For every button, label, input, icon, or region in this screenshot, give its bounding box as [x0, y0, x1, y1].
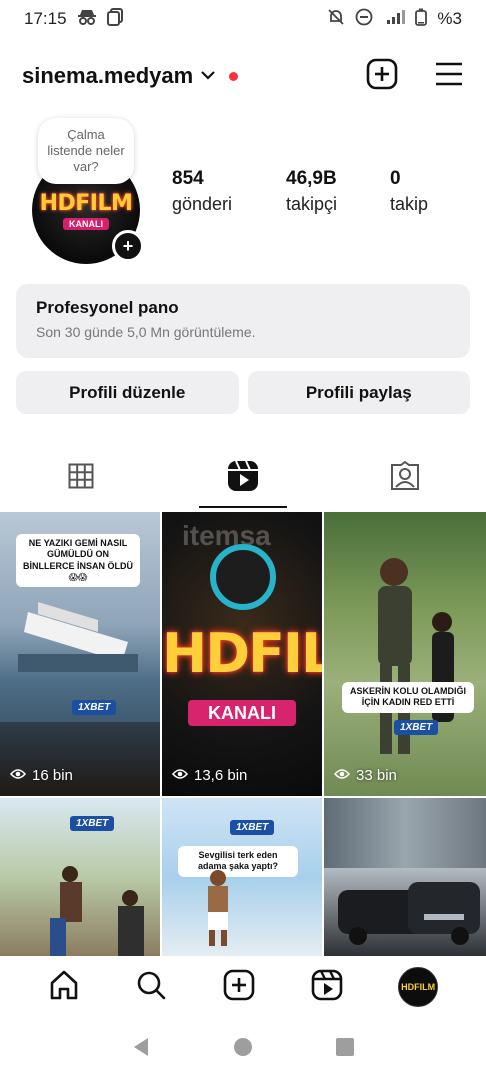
reel-tile[interactable]: NE YAZIKI GEMİ NASIL GÜMÜLDÜ ON BİNLLERC… — [0, 512, 160, 796]
note-text: Çalma listende neler var? — [47, 127, 125, 174]
view-count: 13,6 bin — [171, 767, 248, 784]
system-navigation — [0, 1018, 486, 1080]
stat-label: gönderi — [172, 194, 233, 214]
profile-summary: HDFILM KANALI + Çalma listende neler var… — [30, 118, 466, 268]
eye-icon — [9, 767, 27, 784]
reels-nav-icon[interactable] — [311, 969, 343, 1006]
battery-icon — [415, 8, 428, 31]
note-bubble[interactable]: Çalma listende neler var? — [38, 118, 134, 184]
view-count-text: 33 bin — [356, 767, 397, 784]
following-count[interactable]: 0 takip — [390, 168, 428, 215]
search-icon[interactable] — [135, 969, 167, 1006]
dashboard-subtitle: Son 30 günde 5,0 Mn görüntüleme. — [36, 324, 256, 340]
home-icon[interactable] — [48, 969, 80, 1006]
reel-caption: ASKERİN KOLU OLAMDIĞI İÇİN KADIN RED ETT… — [342, 682, 474, 713]
stat-label: takipçi — [286, 194, 338, 214]
dashboard-title: Profesyonel pano — [36, 298, 179, 317]
chevron-down-icon — [201, 67, 215, 85]
sponsor-badge: 1XBET — [394, 720, 439, 735]
reel-tile[interactable]: 1XBET Sevgilisi terk eden adama şaka yap… — [162, 798, 322, 956]
reels-icon — [227, 460, 259, 497]
stat-value: 854 — [172, 168, 204, 189]
reel-tile[interactable] — [324, 798, 486, 956]
reel-tile[interactable]: itemsa HDFILM KANALI 13,6 bin — [162, 512, 322, 796]
crowd-image — [0, 722, 160, 796]
reel-caption: NE YAZIKI GEMİ NASIL GÜMÜLDÜ ON BİNLLERC… — [16, 534, 140, 587]
menu-icon[interactable] — [434, 61, 464, 92]
status-bar: 17:15 %3 — [0, 0, 486, 38]
edit-profile-button[interactable]: Profili düzenle — [16, 371, 239, 414]
tagged-icon — [390, 460, 420, 496]
profile-avatar-nav[interactable]: HDFILM — [398, 967, 439, 1007]
kanali-banner: KANALI — [188, 700, 296, 726]
reel-caption: Sevgilisi terk eden adama şaka yaptı? — [178, 846, 298, 877]
hdfilm-logo-text: HDFILM — [162, 622, 322, 685]
ship-illustration — [18, 602, 138, 672]
eye-icon — [171, 767, 189, 784]
film-reel-graphic — [210, 544, 276, 610]
car-image — [338, 882, 480, 945]
posts-count[interactable]: 854 gönderi — [172, 168, 286, 215]
status-time: 17:15 — [24, 9, 67, 28]
tab-posts-grid[interactable] — [0, 448, 162, 508]
profile-header: sinema.medyam — [22, 52, 464, 100]
account-switcher[interactable]: sinema.medyam — [22, 63, 239, 89]
profile-stats: 854 gönderi 46,9B takipçi 0 takip — [172, 168, 428, 215]
soldier-figure — [378, 558, 454, 754]
stat-value: 46,9B — [286, 168, 337, 189]
view-count: 16 bin — [9, 767, 73, 784]
add-story-button[interactable]: + — [112, 230, 144, 262]
bottom-navigation: HDFILM — [0, 956, 486, 1018]
recents-icon[interactable] — [334, 1036, 356, 1063]
profile-tabs — [0, 448, 486, 508]
signal-icon — [383, 9, 406, 30]
notification-dot — [229, 71, 239, 81]
home-circle-icon[interactable] — [232, 1036, 254, 1063]
sponsor-badge: 1XBET — [72, 700, 117, 715]
man-figure — [208, 870, 228, 946]
street-scene — [50, 866, 144, 956]
view-count-text: 13,6 bin — [194, 767, 248, 784]
battery-percent: %3 — [437, 9, 462, 28]
profile-actions: Profili düzenle Profili paylaş — [16, 371, 470, 414]
building-image — [324, 798, 486, 868]
create-button[interactable] — [366, 58, 398, 95]
reels-grid: NE YAZIKI GEMİ NASIL GÜMÜLDÜ ON BİNLLERC… — [0, 512, 486, 956]
stat-label: takip — [390, 194, 429, 214]
share-profile-button[interactable]: Profili paylaş — [247, 371, 470, 414]
mute-notification-icon — [327, 8, 345, 31]
back-icon[interactable] — [130, 1036, 152, 1063]
dnd-icon — [355, 8, 373, 31]
nav-avatar-text: HDFILM — [401, 982, 436, 992]
copy-icon — [106, 7, 123, 31]
reel-tile[interactable]: ASKERİN KOLU OLAMDIĞI İÇİN KADIN RED ETT… — [324, 512, 486, 796]
incognito-icon — [77, 9, 97, 30]
avatar-logo-text: HDFILM — [39, 190, 133, 216]
sponsor-badge: 1XBET — [70, 816, 115, 831]
professional-dashboard[interactable]: Profesyonel pano Son 30 günde 5,0 Mn gör… — [16, 284, 470, 358]
view-count: 33 bin — [333, 767, 397, 784]
view-count-text: 16 bin — [32, 767, 73, 784]
sponsor-badge: 1XBET — [230, 820, 275, 835]
create-icon[interactable] — [223, 969, 255, 1006]
tab-tagged[interactable] — [324, 448, 486, 508]
stat-value: 0 — [390, 168, 401, 189]
avatar-logo-subtext: KANALI — [63, 217, 109, 230]
tab-reels[interactable] — [162, 448, 324, 508]
grid-icon — [68, 463, 94, 494]
eye-icon — [333, 767, 351, 784]
username: sinema.medyam — [22, 63, 194, 88]
reel-tile[interactable]: 1XBET — [0, 798, 160, 956]
followers-count[interactable]: 46,9B takipçi — [286, 168, 390, 215]
